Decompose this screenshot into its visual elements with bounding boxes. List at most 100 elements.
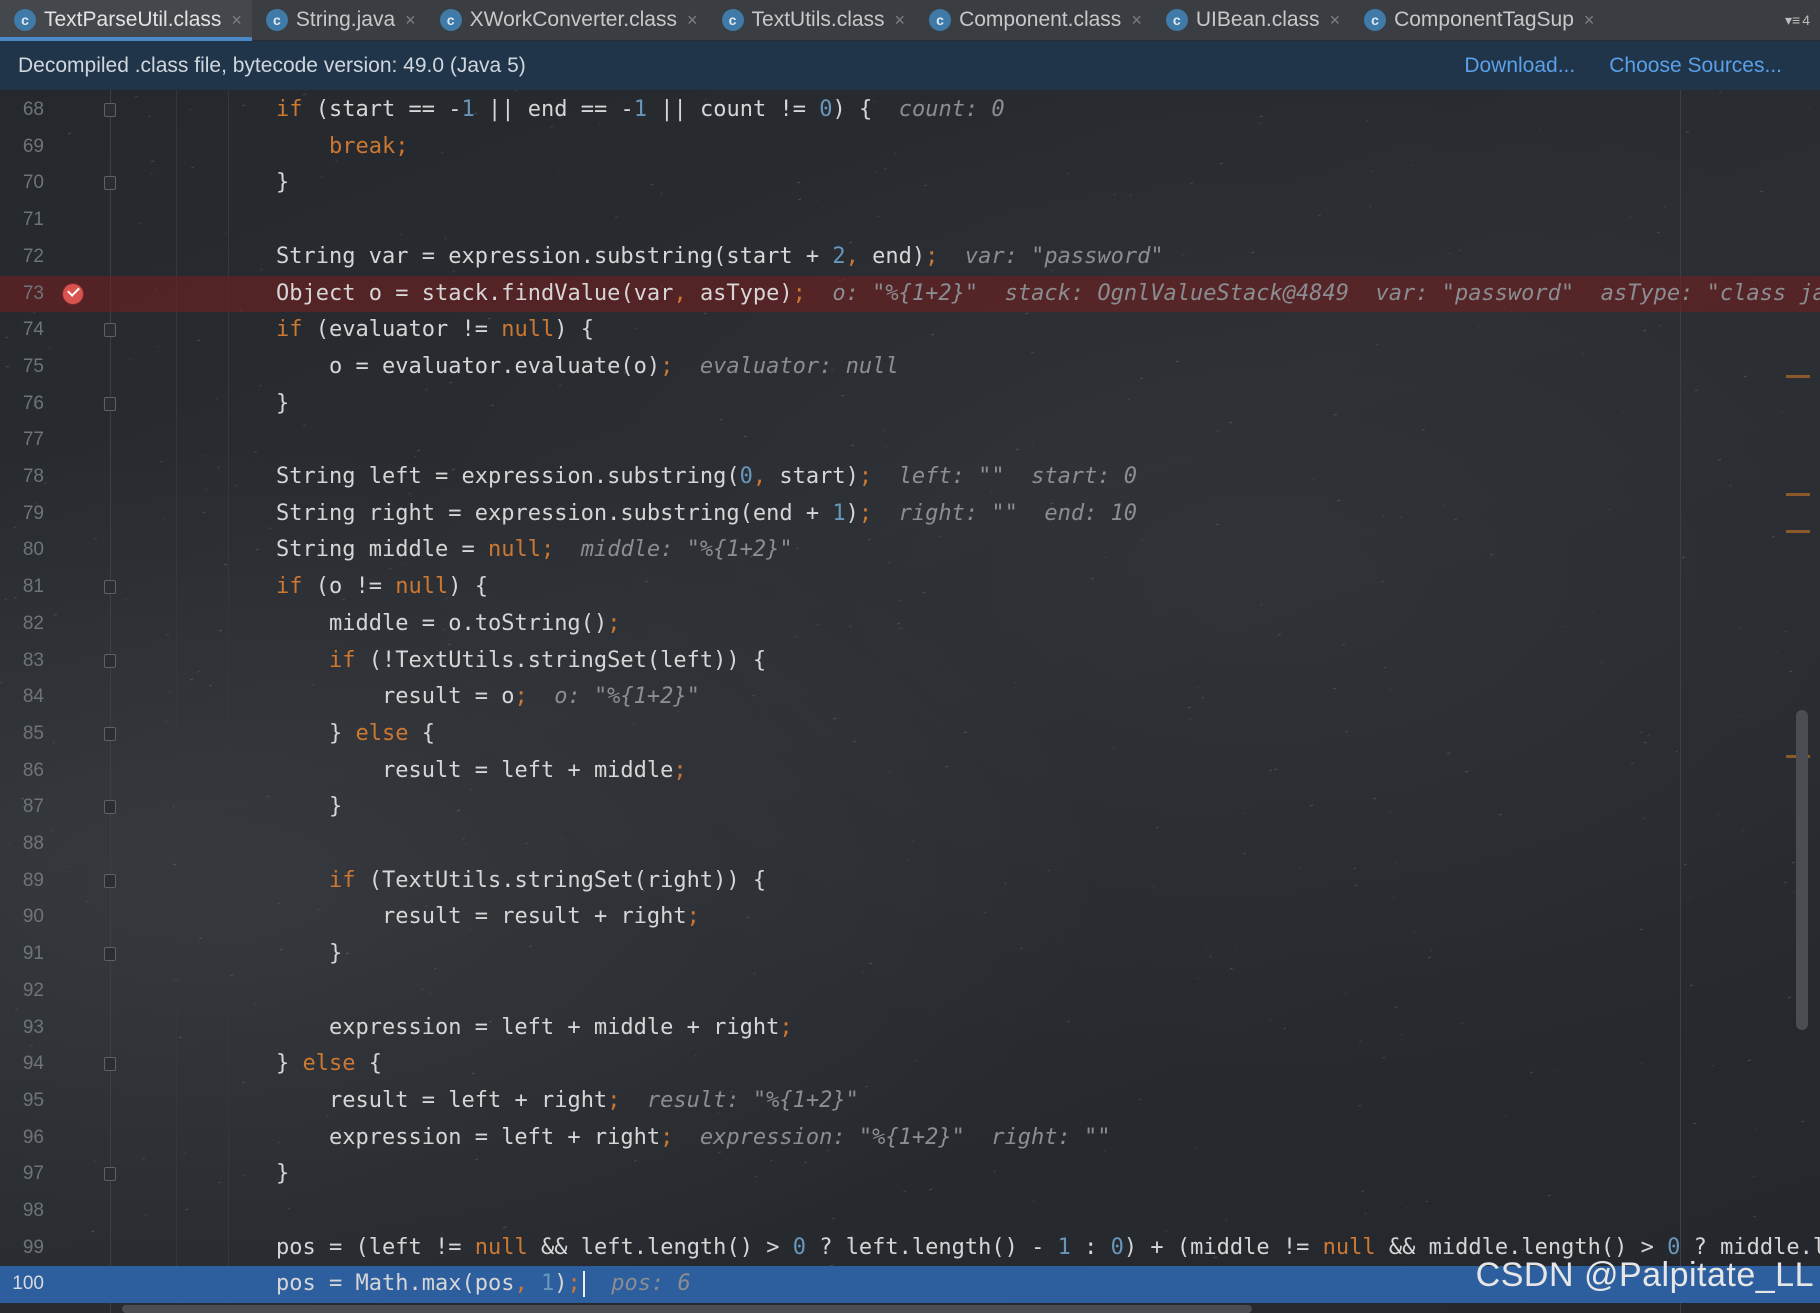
line-number[interactable]: 76 — [0, 386, 44, 423]
fold-marker-icon[interactable] — [104, 947, 116, 962]
code-line[interactable]: 86 result = left + middle; — [0, 753, 1820, 790]
line-number[interactable]: 83 — [0, 643, 44, 680]
line-number[interactable]: 88 — [0, 826, 44, 863]
code-line[interactable]: 89 if (TextUtils.stringSet(right)) { — [0, 863, 1820, 900]
line-number[interactable]: 89 — [0, 863, 44, 900]
breakpoint-line[interactable]: 73 Object o = stack.findValue(var, asType… — [0, 275, 1820, 313]
code-line[interactable]: 90 result = result + right; — [0, 899, 1820, 936]
code-line[interactable]: 96 expression = left + right; expression… — [0, 1120, 1820, 1157]
line-number[interactable]: 80 — [0, 532, 44, 569]
line-number[interactable]: 100 — [0, 1266, 44, 1303]
code-line[interactable]: 91 } — [0, 936, 1820, 973]
download-link[interactable]: Download... — [1464, 54, 1575, 78]
line-number[interactable]: 86 — [0, 753, 44, 790]
code-line[interactable]: 76} — [0, 386, 1820, 423]
line-number[interactable]: 79 — [0, 496, 44, 533]
code-line[interactable]: 92 — [0, 973, 1820, 1010]
fold-marker-icon[interactable] — [104, 1167, 116, 1182]
fold-marker-icon[interactable] — [104, 176, 116, 191]
fold-marker-icon[interactable] — [104, 873, 116, 888]
line-number[interactable]: 92 — [0, 973, 44, 1010]
close-icon[interactable]: × — [895, 10, 906, 31]
fold-marker-icon[interactable] — [104, 103, 116, 117]
breakpoint-icon[interactable] — [63, 283, 83, 304]
line-number[interactable]: 94 — [0, 1046, 44, 1083]
line-number[interactable]: 99 — [0, 1230, 44, 1267]
line-number[interactable]: 95 — [0, 1083, 44, 1120]
line-number[interactable]: 78 — [0, 459, 44, 496]
code-line[interactable]: 98 — [0, 1193, 1820, 1230]
code-line[interactable]: 81 if (o != null) { — [0, 569, 1820, 606]
code-line[interactable]: 87 } — [0, 789, 1820, 826]
line-number[interactable]: 77 — [0, 422, 44, 459]
line-number[interactable]: 81 — [0, 569, 44, 606]
close-icon[interactable]: × — [231, 10, 242, 31]
code-editor[interactable]: 68 if (start == -1 || end == -1 || count … — [0, 90, 1820, 1313]
code-line[interactable]: 94} else { — [0, 1046, 1820, 1083]
code-line[interactable]: 77 — [0, 422, 1820, 459]
line-number[interactable]: 96 — [0, 1120, 44, 1157]
fold-marker-icon[interactable] — [104, 726, 116, 741]
line-number[interactable]: 97 — [0, 1156, 44, 1193]
line-number[interactable]: 90 — [0, 899, 44, 936]
line-number[interactable]: 87 — [0, 789, 44, 826]
line-number[interactable]: 85 — [0, 716, 44, 753]
tab-string-java[interactable]: c String.java × — [252, 0, 426, 40]
line-number[interactable]: 72 — [0, 239, 44, 276]
line-number[interactable]: 73 — [0, 276, 44, 313]
code-line[interactable]: 84 result = o; o: "%{1+2}" — [0, 679, 1820, 716]
line-number[interactable]: 93 — [0, 1010, 44, 1047]
line-number[interactable]: 74 — [0, 312, 44, 349]
close-icon[interactable]: × — [1330, 10, 1341, 31]
fold-marker-icon[interactable] — [104, 580, 116, 595]
code-line[interactable]: 74 if (evaluator != null) { — [0, 312, 1820, 349]
code-line[interactable]: 93 expression = left + middle + right; — [0, 1010, 1820, 1047]
fold-marker-icon[interactable] — [104, 653, 116, 668]
line-number[interactable]: 68 — [0, 92, 44, 129]
line-number[interactable]: 84 — [0, 679, 44, 716]
close-icon[interactable]: × — [405, 10, 416, 31]
line-number[interactable]: 91 — [0, 936, 44, 973]
code-line[interactable]: 72 String var = expression.substring(star… — [0, 239, 1820, 276]
fold-marker-icon[interactable] — [104, 1057, 116, 1072]
code-line[interactable]: 79 String right = expression.substring(en… — [0, 496, 1820, 533]
tab-xworkconverter-class[interactable]: c XWorkConverter.class × — [426, 0, 708, 40]
tab-textparseutil-class[interactable]: c TextParseUtil.class × — [0, 0, 252, 41]
line-number[interactable]: 82 — [0, 606, 44, 643]
line-number[interactable]: 69 — [0, 129, 44, 166]
fold-marker-icon[interactable] — [104, 323, 116, 338]
class-icon: c — [265, 9, 288, 31]
code-line[interactable]: 88 — [0, 826, 1820, 863]
horizontal-scrollbar[interactable] — [122, 1305, 1252, 1313]
close-icon[interactable]: × — [1131, 10, 1142, 31]
choose-sources-link[interactable]: Choose Sources... — [1609, 54, 1782, 78]
code-line[interactable]: 97} — [0, 1156, 1820, 1193]
code-line[interactable]: 82 middle = o.toString(); — [0, 606, 1820, 643]
inline-debug-value: expression: "%{1+2}" right: "" — [699, 1124, 1111, 1150]
tab-overflow-button[interactable]: ▾≡ 4 — [1785, 0, 1820, 40]
fold-marker-icon[interactable] — [104, 800, 116, 815]
code-line[interactable]: 85 } else { — [0, 716, 1820, 753]
fold-marker-icon[interactable] — [104, 396, 116, 411]
code-line[interactable]: 71 — [0, 202, 1820, 239]
code-line[interactable]: 95 result = left + right; result: "%{1+2… — [0, 1083, 1820, 1120]
tab-label: TextUtils.class — [751, 8, 885, 31]
line-number[interactable]: 71 — [0, 202, 44, 239]
code-line[interactable]: 68 if (start == -1 || end == -1 || count … — [0, 92, 1820, 129]
tab-componenttagsup[interactable]: c ComponentTagSup × — [1350, 0, 1604, 40]
line-number[interactable]: 75 — [0, 349, 44, 386]
close-icon[interactable]: × — [1584, 10, 1595, 31]
code-line[interactable]: 69 break; — [0, 129, 1820, 166]
close-icon[interactable]: × — [687, 10, 698, 31]
code-line[interactable]: 78 String left = expression.substring(0, … — [0, 459, 1820, 496]
code-line[interactable]: 70} — [0, 165, 1820, 202]
tab-textutils-class[interactable]: c TextUtils.class × — [708, 0, 916, 40]
tab-component-class[interactable]: c Component.class × — [915, 0, 1152, 40]
code-line[interactable]: 75 o = evaluator.evaluate(o); evaluator:… — [0, 349, 1820, 386]
line-number[interactable]: 70 — [0, 165, 44, 202]
line-number[interactable]: 98 — [0, 1193, 44, 1230]
code-line[interactable]: 83 if (!TextUtils.stringSet(left)) { — [0, 643, 1820, 680]
tab-uibean-class[interactable]: c UIBean.class × — [1152, 0, 1350, 40]
watermark: CSDN @Palpitate_LL — [1475, 1256, 1814, 1294]
code-line[interactable]: 80 String middle = null; middle: "%{1+2}" — [0, 532, 1820, 569]
